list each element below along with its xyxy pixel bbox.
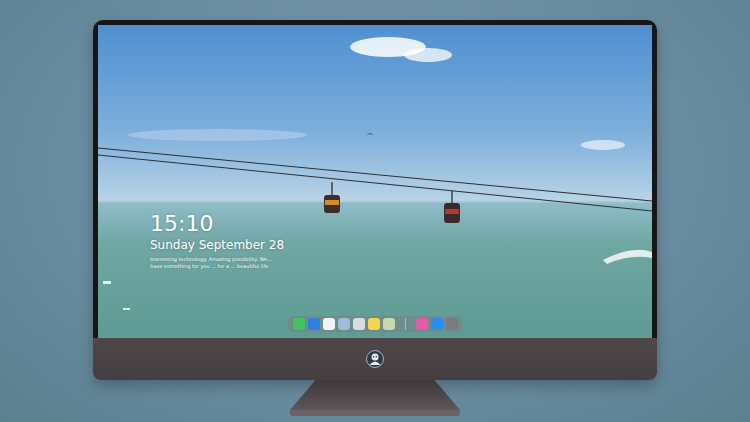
wallpaper-photo xyxy=(98,25,652,338)
dock-area xyxy=(98,316,652,332)
lock-caption: Interesting technology. Amazing possibil… xyxy=(150,256,284,270)
lock-clock: 15:10 Sunday September 28 Interesting te… xyxy=(150,211,284,270)
caption-line: Interesting technology. Amazing possibil… xyxy=(150,256,284,263)
clock-time: 15:10 xyxy=(150,211,284,237)
avatar-logo-icon xyxy=(366,350,384,368)
preview-icon[interactable] xyxy=(338,318,350,330)
music-icon[interactable] xyxy=(416,318,428,330)
cable-car-scene-icon xyxy=(98,25,652,338)
dock xyxy=(288,316,463,332)
clock-date: Sunday September 28 xyxy=(150,237,284,253)
camera-icon[interactable] xyxy=(446,318,458,330)
lock-screen[interactable]: 15:10 Sunday September 28 Interesting te… xyxy=(98,25,652,338)
notes-icon[interactable] xyxy=(368,318,380,330)
app-store-icon[interactable] xyxy=(431,318,443,330)
monitor-stand xyxy=(290,380,460,410)
monitor: 15:10 Sunday September 28 Interesting te… xyxy=(93,20,657,380)
clapper-icon[interactable] xyxy=(353,318,365,330)
monitor-stand-base xyxy=(290,410,460,416)
messages-icon[interactable] xyxy=(293,318,305,330)
dock-separator xyxy=(405,318,406,330)
monitor-bezel: 15:10 Sunday September 28 Interesting te… xyxy=(93,20,657,338)
desktop-background: 15:10 Sunday September 28 Interesting te… xyxy=(0,0,750,422)
finder-icon[interactable] xyxy=(308,318,320,330)
caption-line: have something for you ... for a ... bea… xyxy=(150,263,284,270)
photos-icon[interactable] xyxy=(383,318,395,330)
clock-icon[interactable] xyxy=(323,318,335,330)
monitor-chin xyxy=(93,338,657,380)
